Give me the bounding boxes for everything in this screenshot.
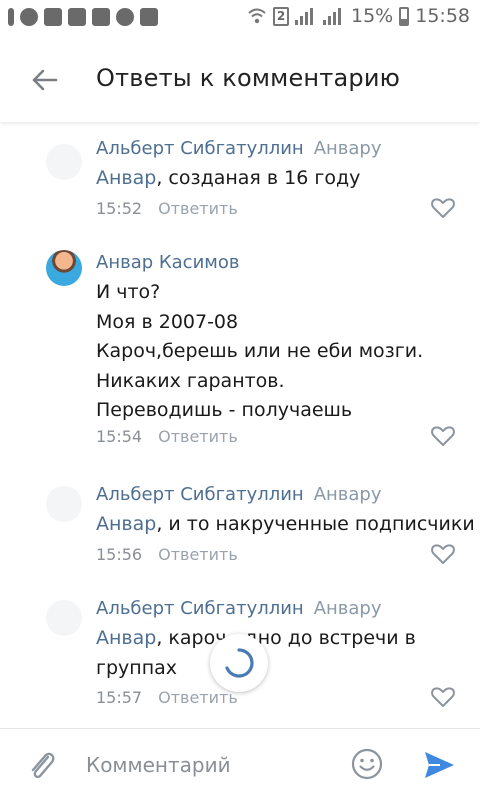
notification-icons — [8, 8, 158, 26]
battery-percent: 15% — [351, 5, 394, 27]
check-icon — [140, 8, 158, 26]
comment-text-line: Никаких гарантов. — [96, 369, 285, 392]
status-bar: 2 15% 15:58 — [0, 0, 480, 36]
comment-item: Анвар Касимов И что? Моя в 2007-08 Кароч… — [0, 234, 480, 464]
comment-header: Анвар Касимов — [96, 252, 239, 273]
signal-icon — [295, 7, 317, 25]
reply-button[interactable]: Ответить — [158, 199, 238, 218]
comment-meta: 15:56 Ответить — [96, 545, 238, 564]
wifi-icon — [248, 8, 266, 24]
avatar[interactable] — [46, 486, 82, 522]
comment-meta: 15:57 Ответить — [96, 688, 238, 707]
comment-input[interactable] — [86, 749, 336, 781]
avatar[interactable] — [46, 250, 82, 286]
comment-text-line: , и то накрученные подписчики — [156, 513, 475, 535]
comment-text: И что? Моя в 2007-08 Кароч,берешь или не… — [96, 278, 423, 426]
mention-link[interactable]: Анвар — [96, 627, 156, 649]
comment-time: 15:57 — [96, 688, 143, 707]
comment-author[interactable]: Альберт Сибгатуллин — [96, 598, 304, 619]
hh-app-icon — [20, 8, 38, 26]
clock: 15:58 — [415, 5, 470, 27]
comment-header: Альберт Сибгатуллин Анвару — [96, 138, 382, 159]
alert-icon — [8, 8, 14, 26]
comment-text-line: И что? — [96, 281, 161, 303]
comment-text-line: , созданая в 16 году — [156, 167, 361, 189]
send-icon[interactable] — [422, 749, 456, 781]
comment-meta: 15:52 Ответить — [96, 199, 238, 218]
loading-spinner — [210, 634, 268, 692]
comment-author[interactable]: Анвар Касимов — [96, 252, 239, 273]
smiley-icon[interactable] — [350, 747, 384, 781]
page-title: Ответы к комментарию — [96, 64, 401, 92]
comment-text-line: Кароч,берешь или не еби мозги. — [96, 340, 424, 362]
comment-text: Анвар, созданая в 16 году — [96, 164, 360, 194]
reply-button[interactable]: Ответить — [158, 545, 238, 564]
comment-header: Альберт Сибгатуллин Анвару — [96, 598, 382, 619]
comment-author[interactable]: Альберт Сибгатуллин — [96, 484, 304, 505]
reply-to-name[interactable]: Анвару — [314, 598, 382, 619]
comment-text-line: Переводишь - получаешь — [96, 399, 353, 421]
comment-text-line: Моя в 2007-08 — [96, 310, 239, 333]
comment-item: Альберт Сибгатуллин Анвару Анвар, и то на… — [0, 464, 480, 580]
comment-text: Анвар, и то накрученные подписчики — [96, 510, 475, 540]
spinner-icon — [225, 648, 254, 678]
comment-text-line: , кароч...дно до встречи в — [156, 627, 416, 649]
app-bar: Ответы к комментарию — [0, 36, 480, 122]
back-button[interactable] — [24, 60, 64, 100]
arrow-left-icon — [32, 69, 58, 91]
heart-icon[interactable] — [430, 542, 456, 566]
sim-slot-badge: 2 — [273, 6, 289, 26]
heart-icon[interactable] — [430, 196, 456, 220]
mention-link[interactable]: Анвар — [96, 167, 156, 189]
youtube-icon — [44, 8, 62, 26]
comment-meta: 15:54 Ответить — [96, 427, 238, 446]
reply-button[interactable]: Ответить — [158, 688, 238, 707]
reply-to-name[interactable]: Анвару — [314, 138, 382, 159]
shield-icon — [116, 8, 134, 26]
avatar[interactable] — [46, 600, 82, 636]
comment-time: 15:56 — [96, 545, 143, 564]
image-icon — [92, 8, 110, 26]
reply-to-name[interactable]: Анвару — [314, 484, 382, 505]
comment-time: 15:52 — [96, 199, 143, 218]
heart-icon[interactable] — [430, 685, 456, 709]
reply-button[interactable]: Ответить — [158, 427, 238, 446]
mention-link[interactable]: Анвар — [96, 513, 156, 535]
comment-composer — [0, 728, 480, 800]
comment-time: 15:54 — [96, 427, 143, 446]
heart-icon[interactable] — [430, 424, 456, 448]
signal-icon — [323, 7, 345, 25]
comment-header: Альберт Сибгатуллин Анвару — [96, 484, 382, 505]
system-indicators: 2 15% 15:58 — [247, 5, 470, 27]
comment-author[interactable]: Альберт Сибгатуллин — [96, 138, 304, 159]
comment-item: Альберт Сибгатуллин Анвару Анвар, создана… — [0, 122, 480, 234]
youtube-icon — [68, 8, 86, 26]
avatar[interactable] — [46, 144, 82, 180]
paperclip-icon[interactable] — [26, 747, 58, 783]
battery-icon — [399, 6, 410, 26]
